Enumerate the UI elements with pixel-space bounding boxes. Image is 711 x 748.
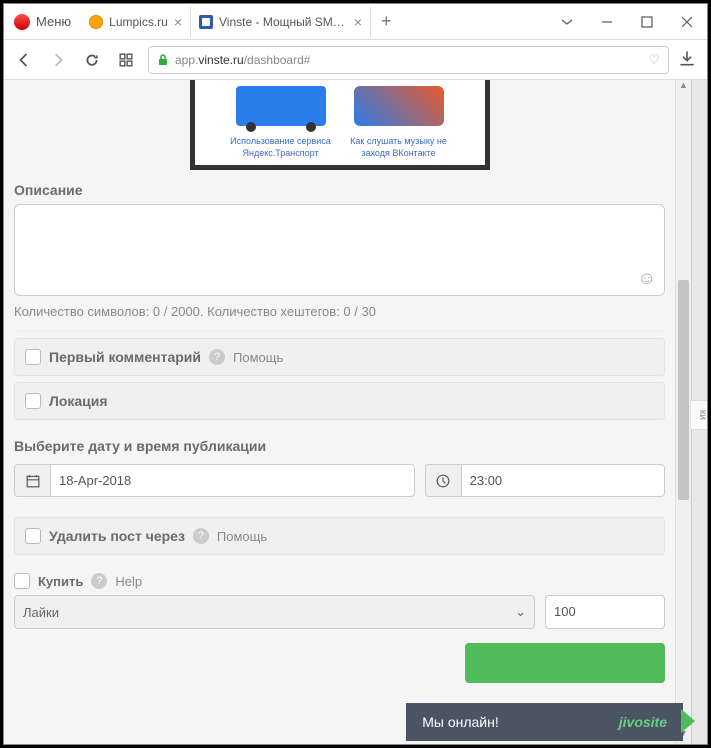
first-comment-checkbox[interactable]: [25, 349, 41, 365]
tab-title: Lumpics.ru: [109, 15, 168, 29]
buy-qty-input[interactable]: 100: [545, 595, 665, 629]
address-bar[interactable]: app.vinste.ru/dashboard# ♡: [148, 46, 669, 74]
location-label: Локация: [49, 393, 108, 409]
delete-after-checkbox[interactable]: [25, 528, 41, 544]
reload-button[interactable]: [80, 48, 104, 72]
chevron-down-icon: ⌄: [515, 604, 526, 620]
date-input[interactable]: 18-Apr-2018: [50, 464, 415, 497]
minimize-button[interactable]: [587, 6, 627, 38]
jivosite-chat-widget[interactable]: Мы онлайн! jivosite: [406, 703, 683, 741]
menu-label: Меню: [36, 14, 71, 29]
page-content: Использование сервиса Яндекс.Транспорт К…: [4, 80, 675, 744]
opera-logo-icon: [14, 14, 30, 30]
description-textarea[interactable]: ☺: [14, 204, 665, 296]
lock-icon: [157, 54, 169, 66]
buy-label: Купить: [38, 574, 83, 589]
speed-dial-button[interactable]: [114, 48, 138, 72]
url-text: app.vinste.ru/dashboard#: [175, 53, 310, 67]
scroll-thumb[interactable]: [678, 280, 689, 500]
maximize-button[interactable]: [627, 6, 667, 38]
buy-type-select[interactable]: Лайки ⌄: [14, 595, 535, 629]
close-tab-icon[interactable]: ×: [174, 14, 182, 30]
content-area: Использование сервиса Яндекс.Транспорт К…: [4, 80, 707, 744]
char-counter: Количество символов: 0 / 2000. Количеств…: [14, 304, 665, 319]
date-input-group: 18-Apr-2018: [14, 464, 415, 497]
scroll-up-icon[interactable]: ▲: [676, 80, 691, 96]
help-icon[interactable]: ?: [209, 349, 225, 365]
calendar-icon[interactable]: [14, 464, 50, 497]
vinste-favicon-icon: [199, 15, 213, 29]
preview-item: Использование сервиса Яндекс.Транспорт: [226, 86, 336, 159]
help-text: Help: [115, 574, 142, 589]
select-value: Лайки: [23, 605, 59, 620]
page-scrollbar[interactable]: ▲ ▼: [675, 80, 691, 744]
buy-checkbox[interactable]: [14, 573, 30, 589]
lumpics-favicon-icon: [89, 15, 103, 29]
submit-button[interactable]: [465, 643, 665, 683]
forward-button[interactable]: [46, 48, 70, 72]
chat-flap-icon: [681, 709, 695, 733]
time-input[interactable]: 23:00: [461, 464, 665, 497]
location-row: Локация: [14, 382, 665, 420]
help-text: Помощь: [233, 350, 283, 365]
help-text: Помощь: [217, 529, 267, 544]
first-comment-label: Первый комментарий: [49, 349, 201, 365]
time-input-group: 23:00: [425, 464, 665, 497]
tab-title: Vinste - Мощный SMM-се: [219, 15, 348, 29]
opera-menu-button[interactable]: Меню: [4, 14, 81, 30]
delete-after-row: Удалить пост через ? Помощь: [14, 517, 665, 555]
window-controls: [547, 6, 707, 38]
titlebar: Меню Lumpics.ru × Vinste - Мощный SMM-се…: [4, 4, 707, 40]
jivosite-brand: jivosite: [619, 714, 667, 730]
bookmark-icon[interactable]: ♡: [648, 52, 660, 68]
description-label: Описание: [14, 182, 665, 198]
preview-image-icon: [236, 86, 326, 126]
help-icon[interactable]: ?: [193, 528, 209, 544]
preview-caption: Использование сервиса Яндекс.Транспорт: [226, 136, 336, 159]
toolbar: app.vinste.ru/dashboard# ♡: [4, 40, 707, 80]
pubtime-label: Выберите дату и время публикации: [14, 438, 665, 454]
downloads-button[interactable]: [679, 50, 699, 70]
panel-stub[interactable]: ки: [690, 400, 707, 430]
chat-status: Мы онлайн!: [422, 714, 499, 730]
close-window-button[interactable]: [667, 6, 707, 38]
delete-after-label: Удалить пост через: [49, 528, 185, 544]
back-button[interactable]: [12, 48, 36, 72]
collapse-tabs-button[interactable]: [547, 6, 587, 38]
preview-image-icon: [354, 86, 444, 126]
preview-caption: Как слушать музыку не заходя ВКонтакте: [344, 136, 454, 159]
help-icon[interactable]: ?: [91, 573, 107, 589]
first-comment-row: Первый комментарий ? Помощь: [14, 338, 665, 376]
tab-vinste[interactable]: Vinste - Мощный SMM-се ×: [191, 7, 371, 37]
clock-icon[interactable]: [425, 464, 461, 497]
preview-item: Как слушать музыку не заходя ВКонтакте: [344, 86, 454, 159]
tab-lumpics[interactable]: Lumpics.ru ×: [81, 7, 191, 37]
post-preview: Использование сервиса Яндекс.Транспорт К…: [190, 80, 490, 170]
browser-window: Меню Lumpics.ru × Vinste - Мощный SMM-се…: [3, 3, 708, 745]
right-panel-edge: ки: [691, 80, 707, 744]
new-tab-button[interactable]: +: [371, 11, 402, 32]
close-tab-icon[interactable]: ×: [354, 14, 362, 30]
emoji-picker-icon[interactable]: ☺: [638, 268, 656, 289]
location-checkbox[interactable]: [25, 393, 41, 409]
